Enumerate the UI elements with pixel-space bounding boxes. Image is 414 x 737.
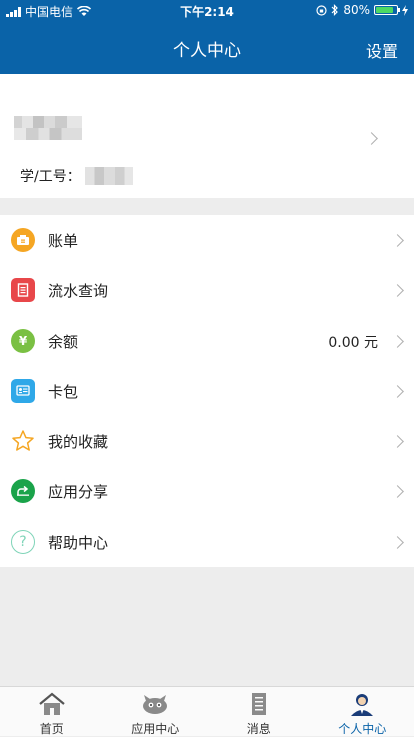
user-name-redacted [14,116,82,140]
id-label: 学/工号： [20,166,81,186]
nav-bar: 个人中心 设置 [0,20,414,74]
bill-icon [11,228,35,252]
chevron-right-icon [391,335,404,348]
page-title: 个人中心 [0,36,414,61]
menu-item-balance[interactable]: ¥ 余额 0.00 元 [0,316,414,366]
home-icon [38,692,66,716]
profile-id-row: 学/工号： [20,166,133,186]
menu-item-card-wallet[interactable]: 卡包 [0,366,414,416]
balance-icon: ¥ [11,329,35,353]
tab-label: 消息 [207,720,311,737]
bluetooth-icon [331,4,339,16]
menu-item-transactions[interactable]: 流水查询 [0,265,414,315]
menu-label: 我的收藏 [48,431,108,452]
share-icon [11,479,35,503]
battery-percent: 80% [343,3,370,17]
settings-button[interactable]: 设置 [366,38,398,62]
status-right: 80% [316,3,408,17]
star-icon [11,429,35,453]
card-icon [11,379,35,403]
chevron-right-icon [391,385,404,398]
chevron-right-icon [391,234,404,247]
tab-messages[interactable]: 消息 [207,687,311,736]
menu-label: 卡包 [48,381,78,402]
tab-label: 应用中心 [104,720,208,737]
profile-card[interactable]: 学/工号： [0,74,414,198]
tab-label: 首页 [0,720,104,737]
message-icon [245,692,273,716]
menu-label: 帮助中心 [48,532,108,553]
menu-item-favorites[interactable]: 我的收藏 [0,416,414,466]
transaction-icon [11,278,35,302]
battery-icon [374,5,398,15]
tab-profile[interactable]: 个人中心 [311,687,414,736]
menu-label: 流水查询 [48,280,108,301]
id-value-redacted [85,167,133,185]
status-bar: 中国电信 下午2:14 80% [0,0,414,20]
chevron-right-icon [365,132,378,145]
user-icon [348,692,376,716]
tab-bar: 首页 应用中心 消息 个人中心 [0,686,414,736]
chevron-right-icon [391,284,404,297]
menu-item-bill[interactable]: 账单 [0,215,414,265]
chevron-right-icon [391,435,404,448]
tab-home[interactable]: 首页 [0,687,104,736]
chevron-right-icon [391,536,404,549]
menu-list: 账单 流水查询 ¥ 余额 0.00 元 卡包 我的收藏 应用分享 ? [0,215,414,567]
balance-value: 0.00 元 [328,332,378,352]
tab-label: 个人中心 [311,720,414,737]
menu-label: 余额 [48,331,78,352]
menu-item-share[interactable]: 应用分享 [0,466,414,516]
menu-label: 应用分享 [48,481,108,502]
tab-app-center[interactable]: 应用中心 [104,687,208,736]
orientation-lock-icon [316,5,327,16]
app-center-icon [141,692,169,716]
charging-icon [402,5,408,16]
help-icon: ? [11,530,35,554]
menu-item-help[interactable]: ? 帮助中心 [0,517,414,567]
menu-label: 账单 [48,230,78,251]
chevron-right-icon [391,486,404,499]
